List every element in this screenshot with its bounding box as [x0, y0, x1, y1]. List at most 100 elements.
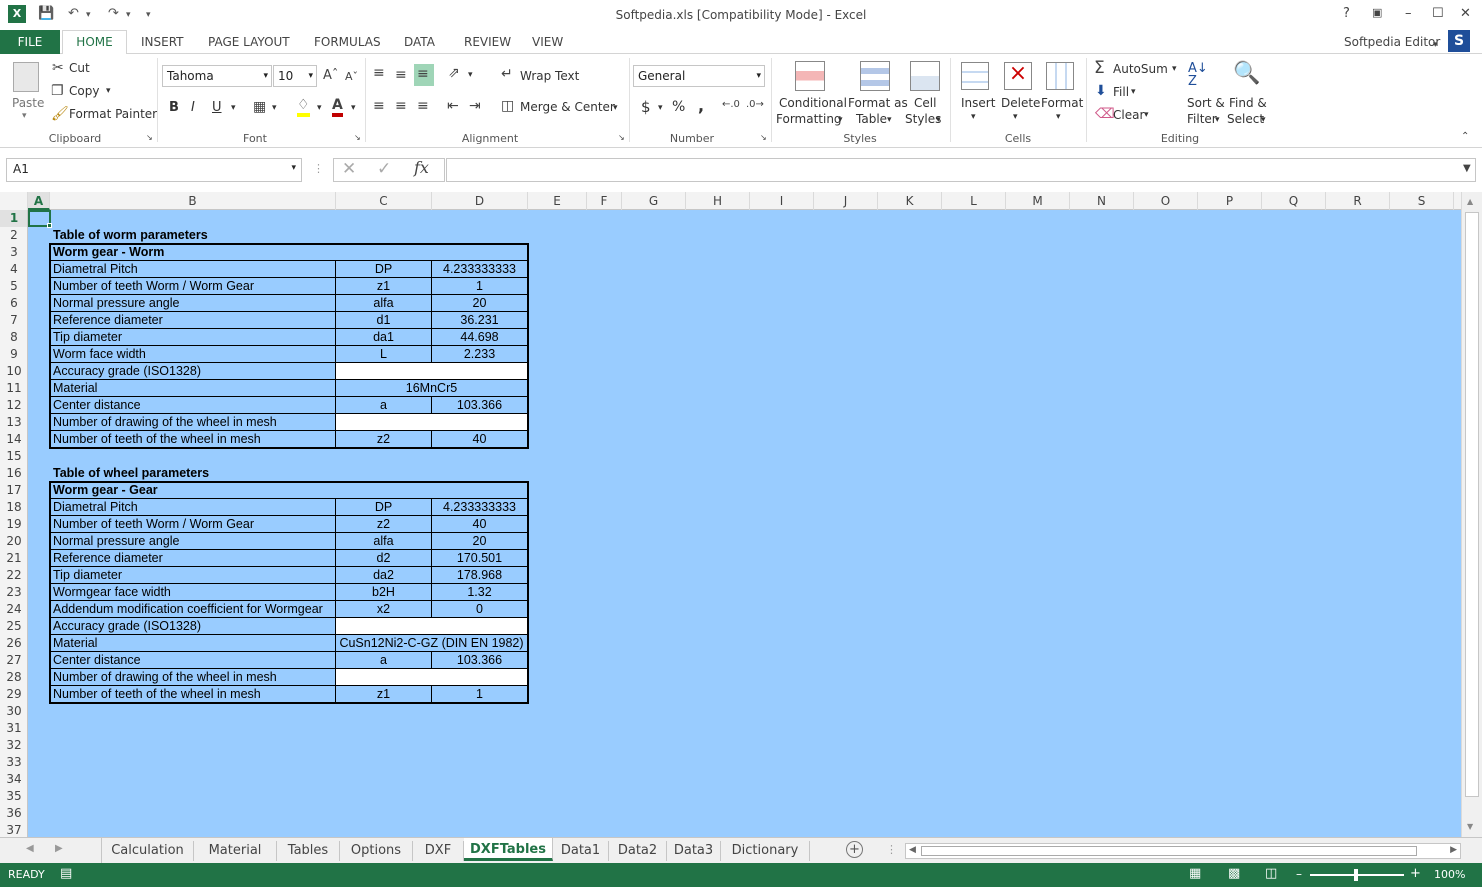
close-icon[interactable]: ✕	[1460, 6, 1471, 21]
alignment-launcher-icon[interactable]: ↘	[618, 134, 625, 142]
decrease-font-icon[interactable]: Aˇ	[345, 71, 358, 82]
percent-button[interactable]: %	[672, 99, 685, 115]
fill-icon[interactable]: ⬇	[1095, 84, 1107, 98]
row-header[interactable]: 23	[0, 584, 27, 601]
clear-icon[interactable]: ⌫	[1095, 107, 1115, 121]
format-as-table-icon[interactable]	[860, 61, 890, 91]
paste-button[interactable]: Paste	[12, 96, 44, 110]
scroll-down-icon[interactable]: ▼	[1467, 822, 1473, 831]
increase-font-icon[interactable]: Aˆ	[323, 69, 338, 82]
sheet-tab[interactable]: Data2	[609, 841, 667, 861]
tab-split-icon[interactable]: ⋮	[886, 843, 897, 856]
sheet-tab[interactable]: Material	[194, 841, 277, 861]
help-button[interactable]: ?	[1343, 6, 1350, 21]
copy-button[interactable]: Copy	[69, 84, 99, 98]
sheet-tab[interactable]: Tables	[277, 841, 340, 861]
sheet-tab[interactable]: Data3	[667, 841, 721, 861]
column-header[interactable]: M	[1006, 192, 1070, 210]
normal-view-icon[interactable]: ▦	[1189, 866, 1201, 881]
fill-color-dropdown-icon[interactable]: ▾	[317, 103, 322, 113]
row-header[interactable]: 8	[0, 329, 27, 346]
expand-formula-bar-icon[interactable]: ▼	[1463, 164, 1471, 174]
row-header[interactable]: 9	[0, 346, 27, 363]
chevron-down-icon[interactable]: ▾	[1261, 115, 1266, 125]
row-header[interactable]: 35	[0, 788, 27, 805]
column-header[interactable]: E	[528, 192, 587, 210]
vertical-scrollbar[interactable]: ▲ ▼	[1461, 192, 1482, 837]
page-break-view-icon[interactable]: ◫	[1265, 866, 1277, 881]
hscroll-thumb[interactable]	[921, 846, 1417, 856]
bold-button[interactable]: B	[169, 100, 179, 115]
wrap-text-button[interactable]: Wrap Text	[520, 69, 579, 83]
underline-dropdown-icon[interactable]: ▾	[231, 103, 236, 113]
clipboard-launcher-icon[interactable]: ↘	[146, 134, 153, 142]
fill-button[interactable]: Fill	[1113, 85, 1129, 99]
enter-icon[interactable]: ✓	[377, 161, 391, 178]
fill-color-icon[interactable]: ♢	[297, 98, 310, 117]
column-header[interactable]: C	[336, 192, 432, 210]
row-header[interactable]: 24	[0, 601, 27, 618]
wrap-text-icon[interactable]: ↵	[501, 67, 513, 81]
conditional-formatting-icon[interactable]	[795, 61, 825, 91]
table-title[interactable]: Table of wheel parameters	[50, 465, 350, 482]
format-cells-icon[interactable]	[1046, 62, 1074, 90]
conditional-formatting-label-1[interactable]: Conditional	[779, 96, 847, 110]
cancel-icon[interactable]: ✕	[342, 161, 356, 178]
underline-button[interactable]: U	[212, 100, 222, 115]
new-sheet-icon[interactable]: +	[846, 841, 863, 858]
scroll-left-icon[interactable]: ◀	[909, 845, 916, 855]
row-header[interactable]: 21	[0, 550, 27, 567]
scrollbar-thumb[interactable]	[1465, 212, 1479, 797]
tab-formulas[interactable]: FORMULAS	[314, 33, 381, 54]
font-color-dropdown-icon[interactable]: ▾	[351, 103, 356, 113]
row-header[interactable]: 25	[0, 618, 27, 635]
sort-filter-label-2[interactable]: Filter	[1187, 112, 1217, 126]
zoom-out-icon[interactable]: –	[1296, 867, 1302, 881]
comma-button[interactable]: ,	[698, 96, 704, 115]
ribbon-display-icon[interactable]: ▣	[1372, 6, 1382, 19]
format-painter-icon[interactable]: 🖌	[51, 107, 69, 121]
number-launcher-icon[interactable]: ↘	[760, 134, 767, 142]
chevron-down-icon[interactable]: ▾	[1172, 64, 1177, 74]
cut-button[interactable]: Cut	[69, 61, 90, 75]
currency-button[interactable]: $	[641, 98, 651, 116]
sheet-tab[interactable]: Dictionary	[721, 841, 810, 861]
row-header[interactable]: 27	[0, 652, 27, 669]
row-header[interactable]: 11	[0, 380, 27, 397]
name-box[interactable]: A1 ▾	[6, 158, 302, 182]
column-header[interactable]: F	[587, 192, 622, 210]
sheet-tab[interactable]: Options	[340, 841, 413, 861]
tab-review[interactable]: REVIEW	[464, 33, 511, 54]
chevron-down-icon[interactable]: ▾	[1013, 112, 1018, 122]
font-color-icon[interactable]: A	[332, 98, 343, 117]
row-header[interactable]: 13	[0, 414, 27, 431]
copy-dropdown-icon[interactable]: ▾	[106, 86, 111, 96]
autosum-icon[interactable]: Σ	[1094, 60, 1105, 77]
find-select-label-1[interactable]: Find &	[1229, 96, 1267, 110]
tab-home[interactable]: HOME	[62, 30, 127, 55]
next-sheet-icon[interactable]: ▶	[55, 843, 63, 854]
decrease-decimal-icon[interactable]: .0→	[746, 100, 764, 110]
row-header[interactable]: 26	[0, 635, 27, 652]
row-header[interactable]: 19	[0, 516, 27, 533]
row-header[interactable]: 16	[0, 465, 27, 482]
row-header[interactable]: 12	[0, 397, 27, 414]
paste-icon[interactable]	[13, 62, 39, 92]
sort-filter-icon[interactable]: A↓ Z	[1188, 62, 1218, 88]
page-layout-view-icon[interactable]: ▩	[1228, 866, 1240, 881]
table-title[interactable]: Table of worm parameters	[50, 227, 350, 244]
row-header[interactable]: 15	[0, 448, 27, 465]
tab-view[interactable]: VIEW	[532, 33, 563, 54]
row-header[interactable]: 22	[0, 567, 27, 584]
row-header[interactable]: 30	[0, 703, 27, 720]
zoom-slider-thumb[interactable]	[1354, 869, 1358, 881]
row-header[interactable]: 10	[0, 363, 27, 380]
minimize-icon[interactable]: –	[1405, 6, 1412, 21]
font-name-select[interactable]: Tahoma ▾	[162, 65, 272, 87]
row-header[interactable]: 20	[0, 533, 27, 550]
top-align-icon[interactable]: ≡	[373, 66, 385, 80]
chevron-down-icon[interactable]: ▾	[1215, 115, 1220, 125]
decrease-indent-icon[interactable]: ⇤	[447, 99, 459, 113]
italic-button[interactable]: I	[191, 100, 195, 115]
user-avatar[interactable]: S	[1448, 30, 1470, 52]
